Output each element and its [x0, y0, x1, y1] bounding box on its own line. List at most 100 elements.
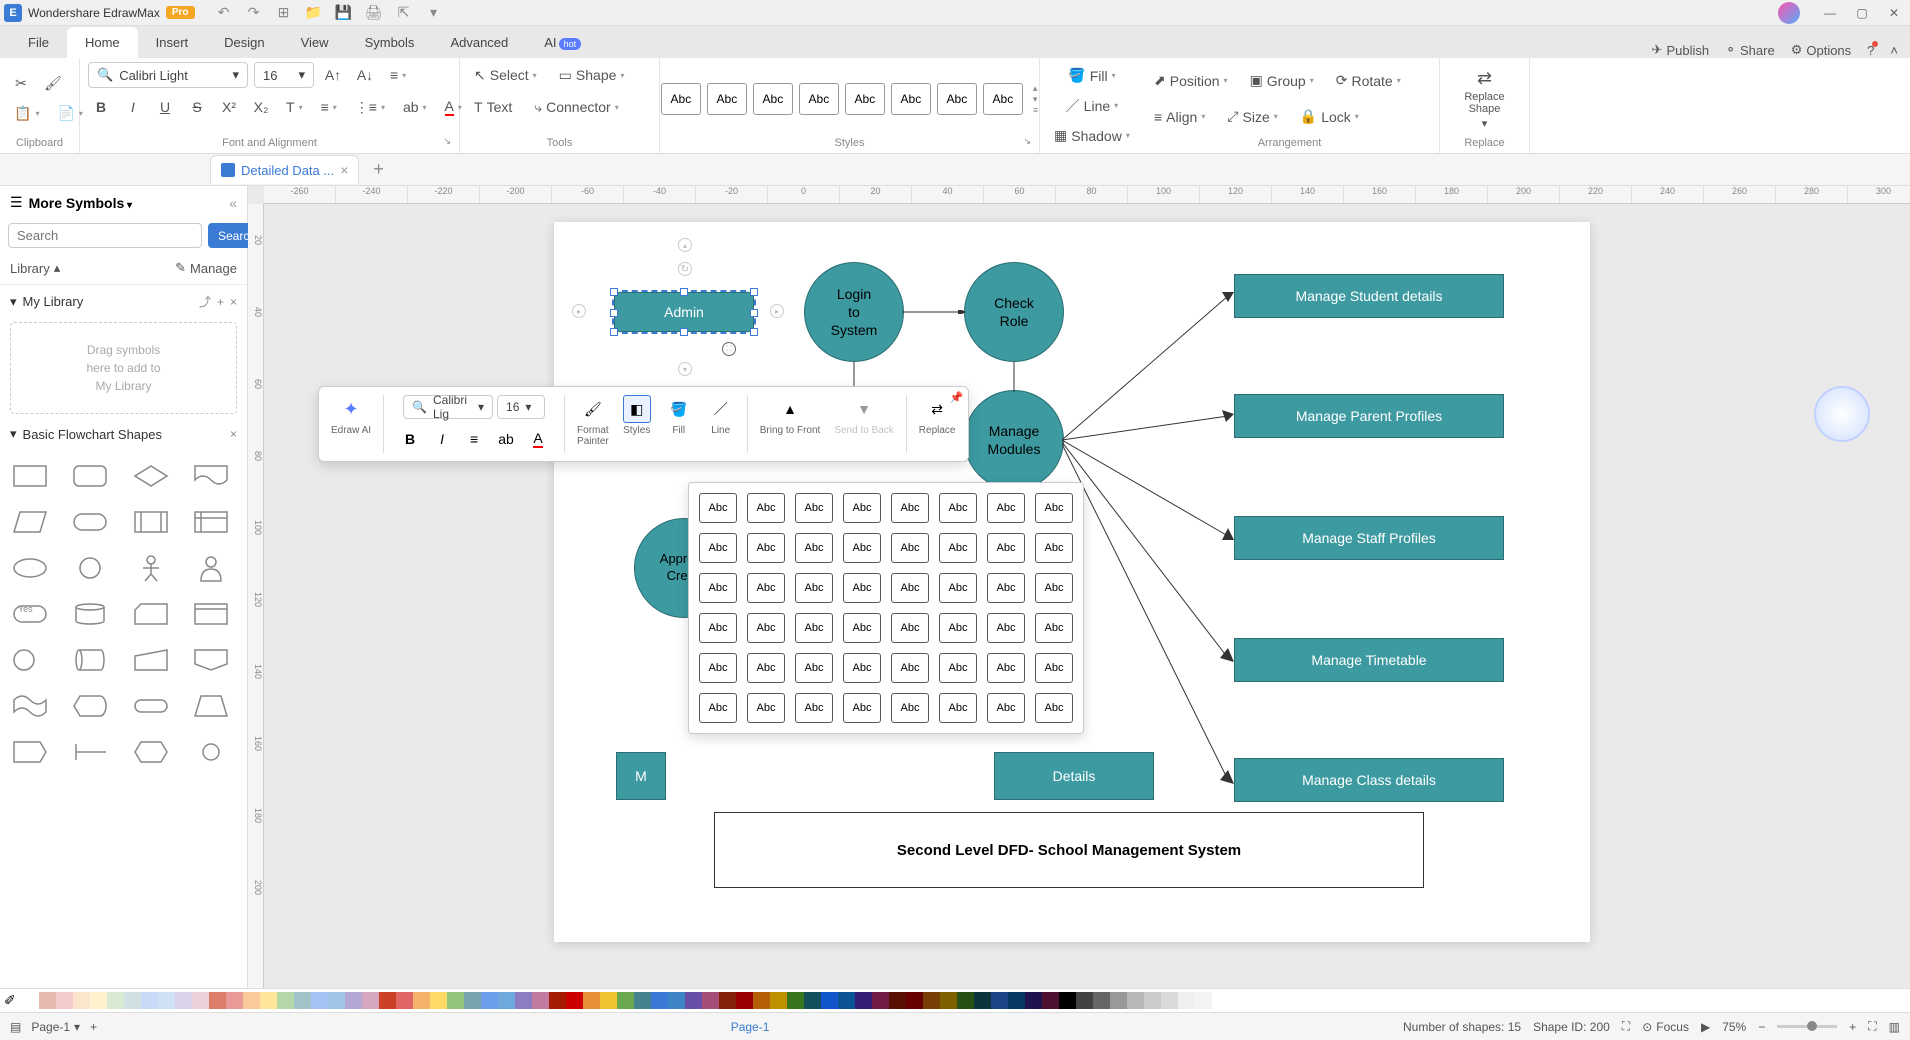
format-painter-button[interactable]: 🖌	[40, 71, 66, 97]
expand-handle[interactable]: ⛶	[722, 342, 736, 356]
style-preset-3[interactable]: Abc	[753, 83, 793, 115]
color-swatch-45[interactable]	[787, 992, 804, 1009]
color-swatch-11[interactable]	[209, 992, 226, 1009]
color-swatch-31[interactable]	[549, 992, 566, 1009]
style-swatch-25[interactable]: Abc	[747, 613, 785, 643]
conn-handle-n[interactable]: ▴	[678, 238, 692, 252]
tab-insert[interactable]: Insert	[138, 27, 207, 58]
style-swatch-33[interactable]: Abc	[747, 653, 785, 683]
style-swatch-5[interactable]: Abc	[939, 493, 977, 523]
page-tab-label[interactable]: Page-1	[97, 1020, 1403, 1034]
style-swatch-45[interactable]: Abc	[939, 693, 977, 723]
color-swatch-37[interactable]	[651, 992, 668, 1009]
new-icon[interactable]: ⊞	[275, 4, 293, 22]
cut-button[interactable]: ✂	[8, 71, 34, 97]
style-swatch-9[interactable]: Abc	[747, 533, 785, 563]
strike-button[interactable]: S	[184, 94, 210, 120]
align-button[interactable]: ≡▾	[384, 62, 412, 88]
color-swatch-5[interactable]	[107, 992, 124, 1009]
sel-handle-ne[interactable]	[750, 288, 758, 296]
style-swatch-30[interactable]: Abc	[987, 613, 1025, 643]
task-pane-icon[interactable]: ▥	[1889, 1020, 1900, 1034]
style-swatch-35[interactable]: Abc	[843, 653, 881, 683]
save-icon[interactable]: 💾	[335, 4, 353, 22]
style-swatch-47[interactable]: Abc	[1035, 693, 1073, 723]
manage-button[interactable]: ✎ Manage	[175, 260, 237, 276]
color-swatch-10[interactable]	[192, 992, 209, 1009]
lock-button[interactable]: 🔒Lock▾	[1294, 104, 1365, 130]
decrease-font-button[interactable]: A↓	[352, 62, 378, 88]
color-swatch-6[interactable]	[124, 992, 141, 1009]
style-swatch-29[interactable]: Abc	[939, 613, 977, 643]
style-swatch-17[interactable]: Abc	[747, 573, 785, 603]
add-tab-button[interactable]: +	[367, 159, 390, 180]
style-swatch-2[interactable]: Abc	[795, 493, 833, 523]
fullscreen-icon[interactable]: ⛶	[1868, 1019, 1876, 1034]
pin-icon[interactable]: 📌	[950, 391, 964, 404]
shape-yes-decision[interactable]: Yes	[8, 596, 52, 632]
connector-tool[interactable]: ⤷Connector▾	[528, 94, 624, 120]
style-swatch-6[interactable]: Abc	[987, 493, 1025, 523]
float-bold[interactable]: B	[396, 425, 424, 453]
shape-internal-storage[interactable]	[189, 504, 233, 540]
zoom-out[interactable]: −	[1758, 1020, 1765, 1034]
color-swatch-19[interactable]	[345, 992, 362, 1009]
color-swatch-1[interactable]	[39, 992, 56, 1009]
style-swatch-43[interactable]: Abc	[843, 693, 881, 723]
shape-annotation[interactable]	[68, 734, 112, 770]
bullets-button[interactable]: ⋮≡▾	[349, 94, 391, 120]
shape-subprocess[interactable]	[189, 596, 233, 632]
sel-handle-sw[interactable]	[610, 328, 618, 336]
style-swatch-1[interactable]: Abc	[747, 493, 785, 523]
font-family-combo[interactable]: 🔍Calibri Light▾	[88, 62, 248, 88]
color-swatch-65[interactable]	[1127, 992, 1144, 1009]
color-swatch-18[interactable]	[328, 992, 345, 1009]
page-list-icon[interactable]: ▤	[10, 1020, 21, 1034]
rotate-handle[interactable]: ↻	[678, 262, 692, 276]
style-swatch-31[interactable]: Abc	[1035, 613, 1073, 643]
color-swatch-56[interactable]	[974, 992, 991, 1009]
color-swatch-22[interactable]	[396, 992, 413, 1009]
color-swatch-32[interactable]	[566, 992, 583, 1009]
shape-small-circle[interactable]	[189, 734, 233, 770]
increase-font-button[interactable]: A↑	[320, 62, 346, 88]
shape-card[interactable]	[129, 596, 173, 632]
color-swatch-21[interactable]	[379, 992, 396, 1009]
color-swatch-46[interactable]	[804, 992, 821, 1009]
float-replace-icon[interactable]: ⇄	[923, 395, 951, 423]
gallery-expand[interactable]: ≡	[1033, 105, 1038, 115]
shadow-button[interactable]: ▦Shadow▾	[1048, 123, 1136, 149]
replace-shape-button[interactable]: ⇄ Replace Shape ▾	[1460, 66, 1508, 132]
color-swatch-8[interactable]	[158, 992, 175, 1009]
color-swatch-70[interactable]	[1212, 992, 1229, 1009]
library-dropdown[interactable]: Library ▴	[10, 260, 60, 276]
color-swatch-47[interactable]	[821, 992, 838, 1009]
presentation-icon[interactable]: ▶	[1701, 1020, 1710, 1034]
shape-manual-input[interactable]	[129, 642, 173, 678]
style-swatch-28[interactable]: Abc	[891, 613, 929, 643]
shape-document[interactable]	[189, 458, 233, 494]
color-swatch-54[interactable]	[940, 992, 957, 1009]
color-swatch-43[interactable]	[753, 992, 770, 1009]
color-swatch-14[interactable]	[260, 992, 277, 1009]
fit-page-icon[interactable]: ⛶	[1622, 1019, 1630, 1034]
style-preset-4[interactable]: Abc	[799, 83, 839, 115]
color-swatch-69[interactable]	[1195, 992, 1212, 1009]
float-fill-icon[interactable]: 🪣	[665, 395, 693, 423]
style-preset-2[interactable]: Abc	[707, 83, 747, 115]
color-swatch-63[interactable]	[1093, 992, 1110, 1009]
color-swatch-52[interactable]	[906, 992, 923, 1009]
color-swatch-13[interactable]	[243, 992, 260, 1009]
styles-launcher[interactable]: ↘	[1023, 136, 1031, 147]
sel-handle-nw[interactable]	[610, 288, 618, 296]
shape-m-partial[interactable]: M	[616, 752, 666, 800]
color-swatch-60[interactable]	[1042, 992, 1059, 1009]
close-button[interactable]: ✕	[1882, 1, 1906, 25]
bold-button[interactable]: B	[88, 94, 114, 120]
shape-check-role[interactable]: Check Role	[964, 262, 1064, 362]
style-preset-5[interactable]: Abc	[845, 83, 885, 115]
color-swatch-34[interactable]	[600, 992, 617, 1009]
sel-handle-n[interactable]	[680, 288, 688, 296]
focus-button[interactable]: ⊙ Focus	[1642, 1020, 1689, 1034]
style-preset-8[interactable]: Abc	[983, 83, 1023, 115]
